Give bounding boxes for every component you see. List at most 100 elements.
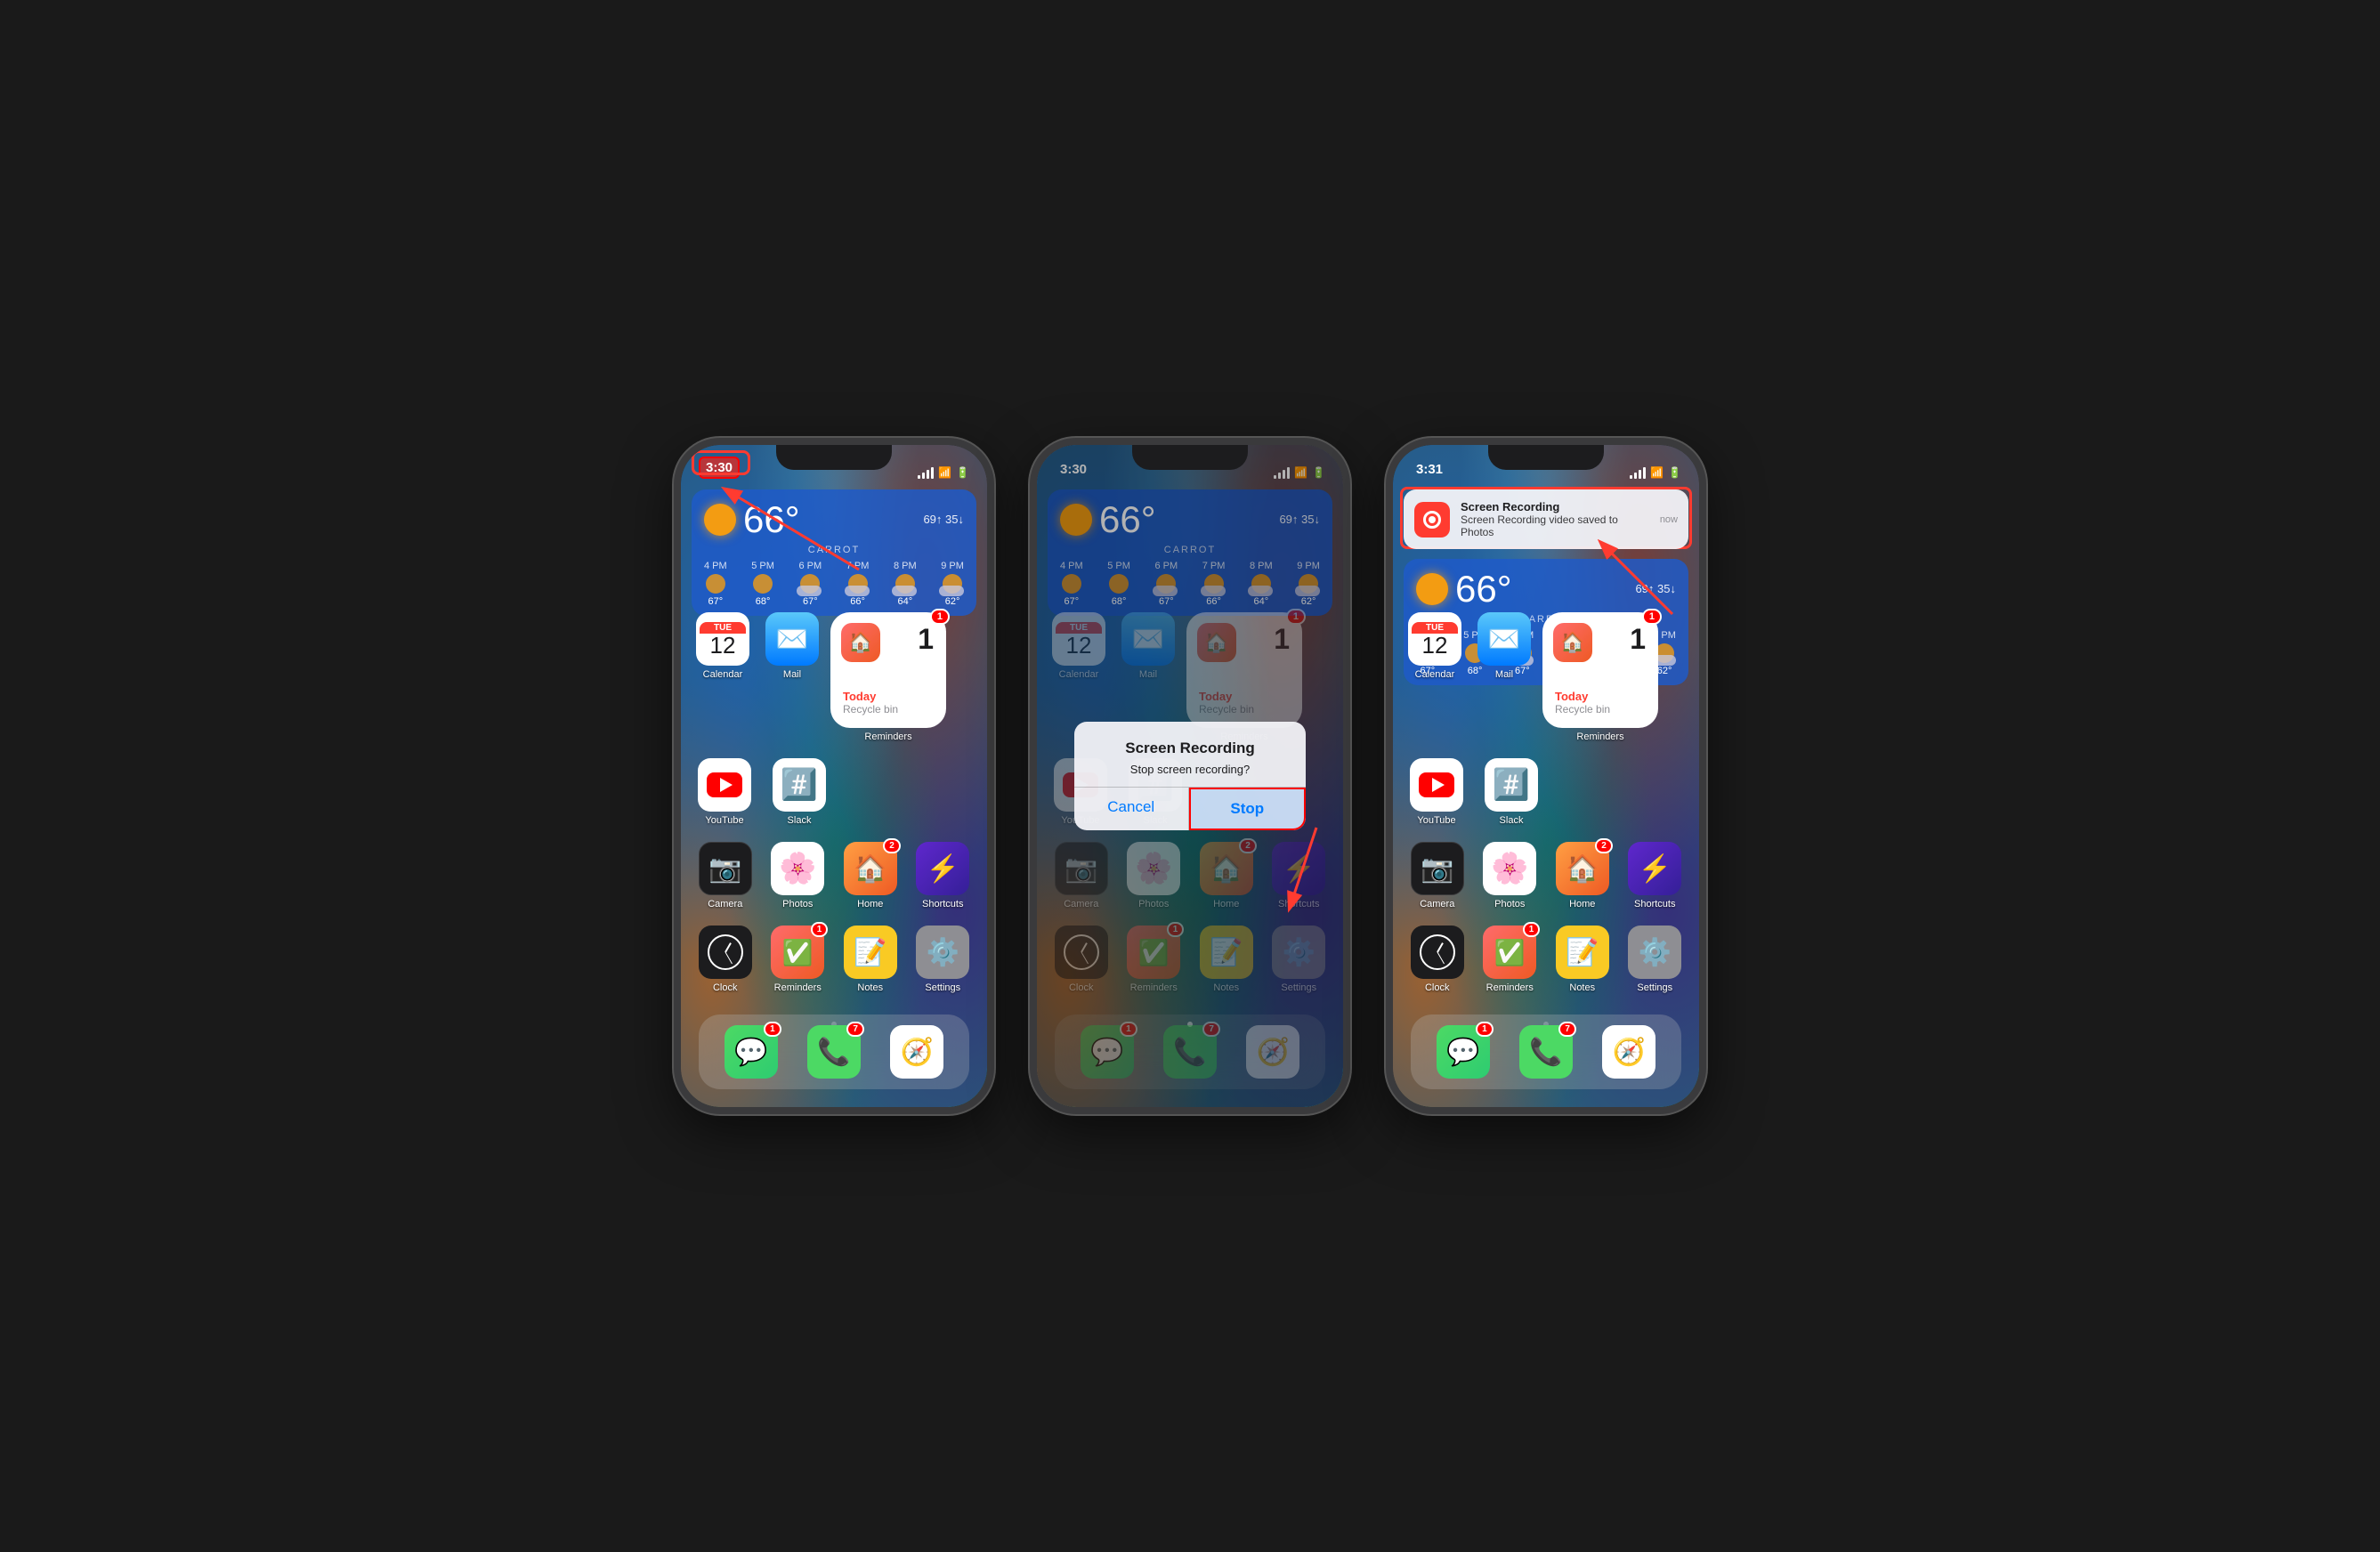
app-notes-1[interactable]: 📝 Notes: [839, 926, 902, 993]
weather-hour-icon: [848, 574, 868, 594]
home-label-1: Home: [857, 899, 883, 909]
reminders-small-label-1: Reminders: [774, 982, 822, 993]
signal-icon-1: [918, 467, 934, 479]
app-shortcuts-1[interactable]: ⚡ Shortcuts: [911, 842, 974, 909]
shortcuts-icon-1[interactable]: ⚡: [916, 842, 969, 895]
phone-badge-1: 7: [846, 1022, 864, 1037]
weather-hour-icon: [753, 574, 773, 594]
phone-frame-1: 3:30 📶 🔋: [674, 438, 994, 1114]
dock-phone-1[interactable]: 📞 7: [803, 1025, 865, 1079]
camera-icon-1[interactable]: 📷: [699, 842, 752, 895]
reminders-today-1: Today: [843, 690, 876, 703]
camera-label-1: Camera: [708, 899, 742, 909]
battery-icon-1: 🔋: [956, 466, 969, 479]
phone-frame-2: 3:30 📶 🔋 66°: [1030, 438, 1350, 1114]
app-photos-1[interactable]: 🌸 Photos: [766, 842, 829, 909]
dock-safari-1[interactable]: 🧭: [886, 1025, 948, 1079]
notif-time-3: now: [1660, 514, 1678, 525]
app-mail-1[interactable]: ✉️ Mail: [761, 612, 823, 680]
youtube-play-triangle-1: [720, 778, 733, 792]
record-circle-3: [1423, 511, 1441, 529]
weather-hour-item: 7 PM 66°: [846, 561, 870, 607]
weather-hour-icon: [943, 574, 962, 594]
youtube-label-1: YouTube: [705, 815, 743, 826]
wifi-icon-3: 📶: [1650, 466, 1664, 479]
app-home-1[interactable]: 🏠 2 Home: [839, 842, 902, 909]
weather-hour-icon: [895, 574, 915, 594]
alert-stop-button-2[interactable]: Stop: [1189, 788, 1307, 830]
app-grid-3: TUE 12 Calendar ✉️ Mail 1 🏠 1: [1404, 612, 1688, 1009]
weather-hour-item: 9 PM 62°: [941, 561, 964, 607]
safari-icon-1[interactable]: 🧭: [890, 1025, 943, 1079]
phone-2: 3:30 📶 🔋 66°: [1030, 438, 1350, 1114]
slack-icon-1[interactable]: #️⃣: [773, 758, 826, 812]
reminders-large-icon-1[interactable]: 1 🏠 1 Today Recycle bin: [830, 612, 946, 728]
settings-label-1: Settings: [925, 982, 960, 993]
weather-widget-1: 66° 69↑ 35↓ CARROT 4 PM 67° 5 PM: [692, 489, 976, 616]
app-grid-1: TUE 12 Calendar ✉️ Mail 1 🏠: [692, 612, 976, 1009]
weather-hilo-3: 69↑ 35↓: [1635, 582, 1676, 595]
weather-hour-item: 8 PM 64°: [894, 561, 917, 607]
app-settings-1[interactable]: ⚙️ Settings: [911, 926, 974, 993]
weather-hilo-1: 69↑ 35↓: [923, 513, 964, 526]
reminders-widget-1[interactable]: 1 🏠 1 Today Recycle bin Reminders: [830, 612, 946, 742]
phone-icon-1[interactable]: 📞 7: [807, 1025, 861, 1079]
weather-label-1: CARROT: [704, 545, 964, 555]
weather-hour-icon: [706, 574, 725, 594]
calendar-date-1: 12: [710, 634, 736, 657]
photos-icon-1[interactable]: 🌸: [771, 842, 824, 895]
phone-frame-3: 3:31 📶 🔋 Screen: [1386, 438, 1706, 1114]
alert-dialog-2: Screen Recording Stop screen recording? …: [1074, 722, 1306, 830]
alert-cancel-button-2[interactable]: Cancel: [1074, 788, 1189, 830]
dock-messages-1[interactable]: 💬 1: [720, 1025, 782, 1079]
notch-3: [1488, 445, 1604, 470]
reminders-widget-label-1: Reminders: [864, 732, 911, 742]
settings-icon-1[interactable]: ⚙️: [916, 926, 969, 979]
time-highlight-box-1: [692, 450, 750, 475]
app-calendar-1[interactable]: TUE 12 Calendar: [692, 612, 754, 680]
home-icon-1[interactable]: 🏠 2: [844, 842, 897, 895]
app-row-4: Clock ✅ 1 Reminders 📝 Notes ⚙️: [692, 926, 976, 993]
clock-icon-1[interactable]: [699, 926, 752, 979]
weather-hourly-1: 4 PM 67° 5 PM 68° 6 PM 67°: [704, 561, 964, 607]
app-camera-1[interactable]: 📷 Camera: [694, 842, 757, 909]
reminders-icon-1: 🏠: [841, 623, 880, 662]
alert-content-2: Screen Recording Stop screen recording?: [1074, 722, 1306, 787]
app-row-1: TUE 12 Calendar ✉️ Mail 1 🏠: [692, 612, 976, 742]
app-slack-1[interactable]: #️⃣ Slack: [768, 758, 830, 826]
phone-screen-2: 3:30 📶 🔋 66°: [1037, 445, 1343, 1107]
reminders-text-1: Recycle bin: [843, 703, 898, 715]
battery-icon-3: 🔋: [1668, 466, 1681, 479]
messages-icon-1[interactable]: 💬 1: [725, 1025, 778, 1079]
weather-sun-icon-1: [704, 504, 736, 536]
reminders-small-icon-1[interactable]: ✅ 1: [771, 926, 824, 979]
notif-record-icon-3: [1414, 502, 1450, 538]
notif-text-3: Screen Recording Screen Recording video …: [1461, 500, 1649, 538]
reminders-count-1: 1: [918, 623, 934, 656]
messages-badge-1: 1: [764, 1022, 781, 1037]
slack-label-1: Slack: [788, 815, 812, 826]
home-badge-1: 2: [883, 838, 901, 853]
notes-label-1: Notes: [857, 982, 883, 993]
notification-banner-3[interactable]: Screen Recording Screen Recording video …: [1404, 489, 1688, 549]
notes-icon-1[interactable]: 📝: [844, 926, 897, 979]
calendar-icon-1[interactable]: TUE 12: [696, 612, 749, 666]
notif-body-3: Screen Recording video saved to Photos: [1461, 513, 1649, 538]
app-clock-1[interactable]: Clock: [694, 926, 757, 993]
mail-icon-1[interactable]: ✉️: [765, 612, 819, 666]
app-row-2: YouTube #️⃣ Slack: [692, 758, 976, 826]
phone-screen-3: 3:31 📶 🔋 Screen: [1393, 445, 1699, 1107]
weather-hour-item: 4 PM 67°: [704, 561, 727, 607]
notch-1: [776, 445, 892, 470]
youtube-play-icon-1: [707, 772, 742, 797]
mail-label-1: Mail: [783, 669, 801, 680]
app-row-3: 📷 Camera 🌸 Photos 🏠 2 Home: [692, 842, 976, 909]
app-youtube-1[interactable]: YouTube: [693, 758, 756, 826]
app-reminders-small-1[interactable]: ✅ 1 Reminders: [766, 926, 829, 993]
youtube-icon-1[interactable]: [698, 758, 751, 812]
weather-sun-icon-3: [1416, 573, 1448, 605]
clock-face-1: [708, 934, 743, 970]
phone-1: 3:30 📶 🔋: [674, 438, 994, 1114]
weather-temp-1: 66°: [743, 498, 800, 541]
shortcuts-label-1: Shortcuts: [922, 899, 963, 909]
